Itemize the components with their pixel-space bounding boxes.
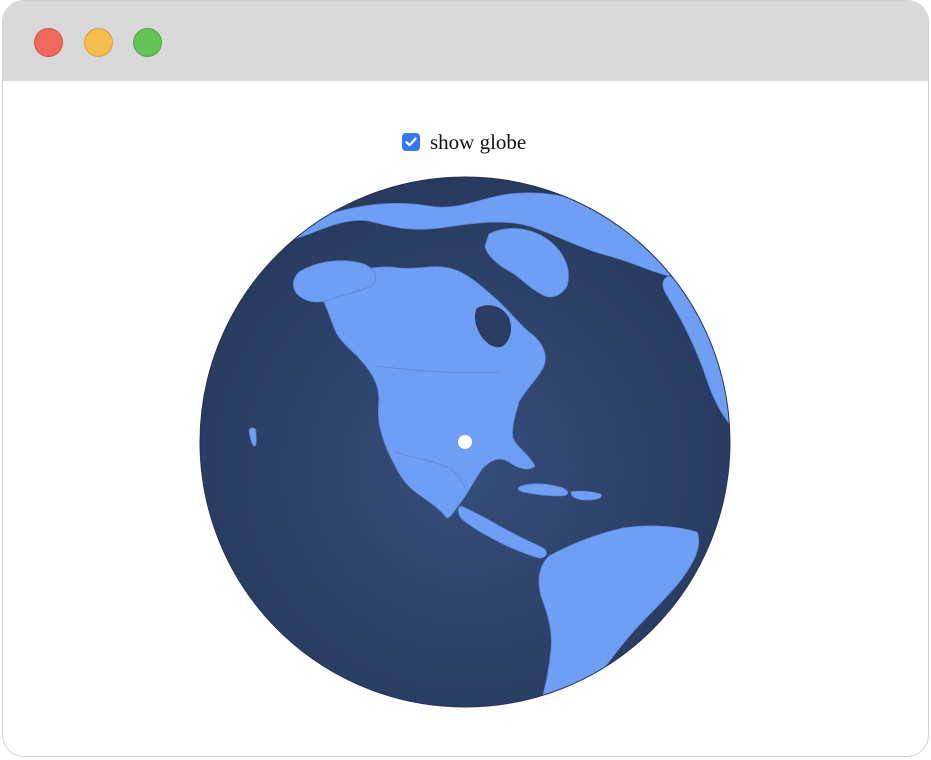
show-globe-label: show globe [430, 130, 527, 154]
show-globe-toggle[interactable]: show globe [402, 129, 526, 155]
location-marker[interactable] [458, 435, 472, 449]
globe[interactable] [199, 176, 731, 708]
show-globe-checkbox[interactable] [402, 133, 420, 151]
checkmark-icon [405, 137, 417, 147]
globe-canvas[interactable] [199, 176, 731, 708]
south-america [538, 525, 700, 707]
close-window-button[interactable] [34, 28, 63, 57]
minimize-window-button[interactable] [84, 28, 113, 57]
title-bar [3, 1, 928, 81]
zoom-window-button[interactable] [133, 28, 162, 57]
